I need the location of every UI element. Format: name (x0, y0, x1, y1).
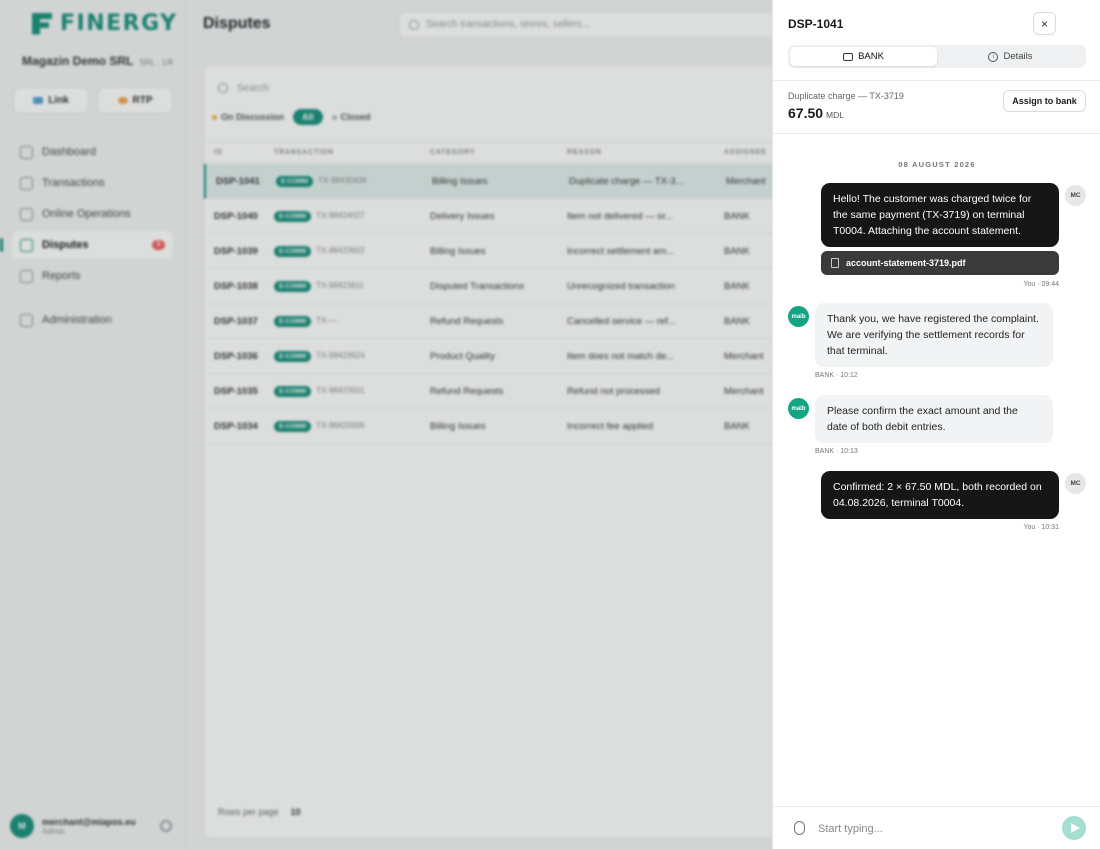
send-button[interactable] (1062, 816, 1086, 840)
chat-icon (843, 52, 854, 61)
file-icon (831, 258, 839, 268)
tab-bank-label: BANK (858, 51, 884, 62)
panel-title: DSP-1041 (788, 17, 844, 31)
attach-file-icon[interactable] (794, 821, 805, 835)
amount-currency: MDL (826, 110, 844, 120)
tab-bank[interactable]: BANK (790, 47, 937, 66)
message-bubble-incoming: Thank you, we have registered the compla… (815, 303, 1053, 367)
divider (773, 806, 1100, 807)
date-separator: 08 AUGUST 2026 (898, 160, 976, 169)
bank-avatar: maib (788, 306, 809, 327)
divider (773, 80, 1100, 81)
tab-details-label: Details (1003, 51, 1033, 62)
attachment-name: account-statement-3719.pdf (846, 258, 966, 268)
assign-to-bank-button[interactable]: Assign to bank (1003, 90, 1086, 112)
send-icon (1070, 823, 1080, 833)
dispute-amount: 67.50 MDL (788, 105, 844, 121)
close-icon: × (1040, 16, 1048, 31)
divider (773, 133, 1100, 134)
avatar: MC (1065, 473, 1086, 494)
message-bubble-incoming: Please confirm the exact amount and the … (815, 395, 1053, 443)
info-icon: i (988, 51, 999, 62)
message-meta: You · 10:31 (1023, 524, 1059, 531)
message-meta: BANK · 10:12 (815, 372, 858, 379)
bank-avatar: maib (788, 398, 809, 419)
attachment-file[interactable]: account-statement-3719.pdf (821, 251, 1059, 275)
message-bubble-outgoing: Hello! The customer was charged twice fo… (821, 183, 1059, 247)
close-button[interactable]: × (1033, 12, 1056, 35)
message-bubble-outgoing: Confirmed: 2 × 67.50 MDL, both recorded … (821, 471, 1059, 519)
dispute-chat-panel: DSP-1041 × BANK i Details Duplicate char… (772, 0, 1100, 849)
amount-value: 67.50 (788, 105, 824, 121)
tab-details[interactable]: i Details (937, 47, 1084, 66)
message-meta: BANK · 10:13 (815, 448, 858, 455)
message-input[interactable] (818, 818, 1048, 840)
avatar: MC (1065, 185, 1086, 206)
panel-tabs: BANK i Details (788, 45, 1086, 68)
modal-backdrop[interactable] (0, 0, 772, 849)
dispute-subtitle: Duplicate charge — TX-3719 (788, 91, 904, 101)
message-meta: You · 09:44 (1023, 281, 1059, 288)
